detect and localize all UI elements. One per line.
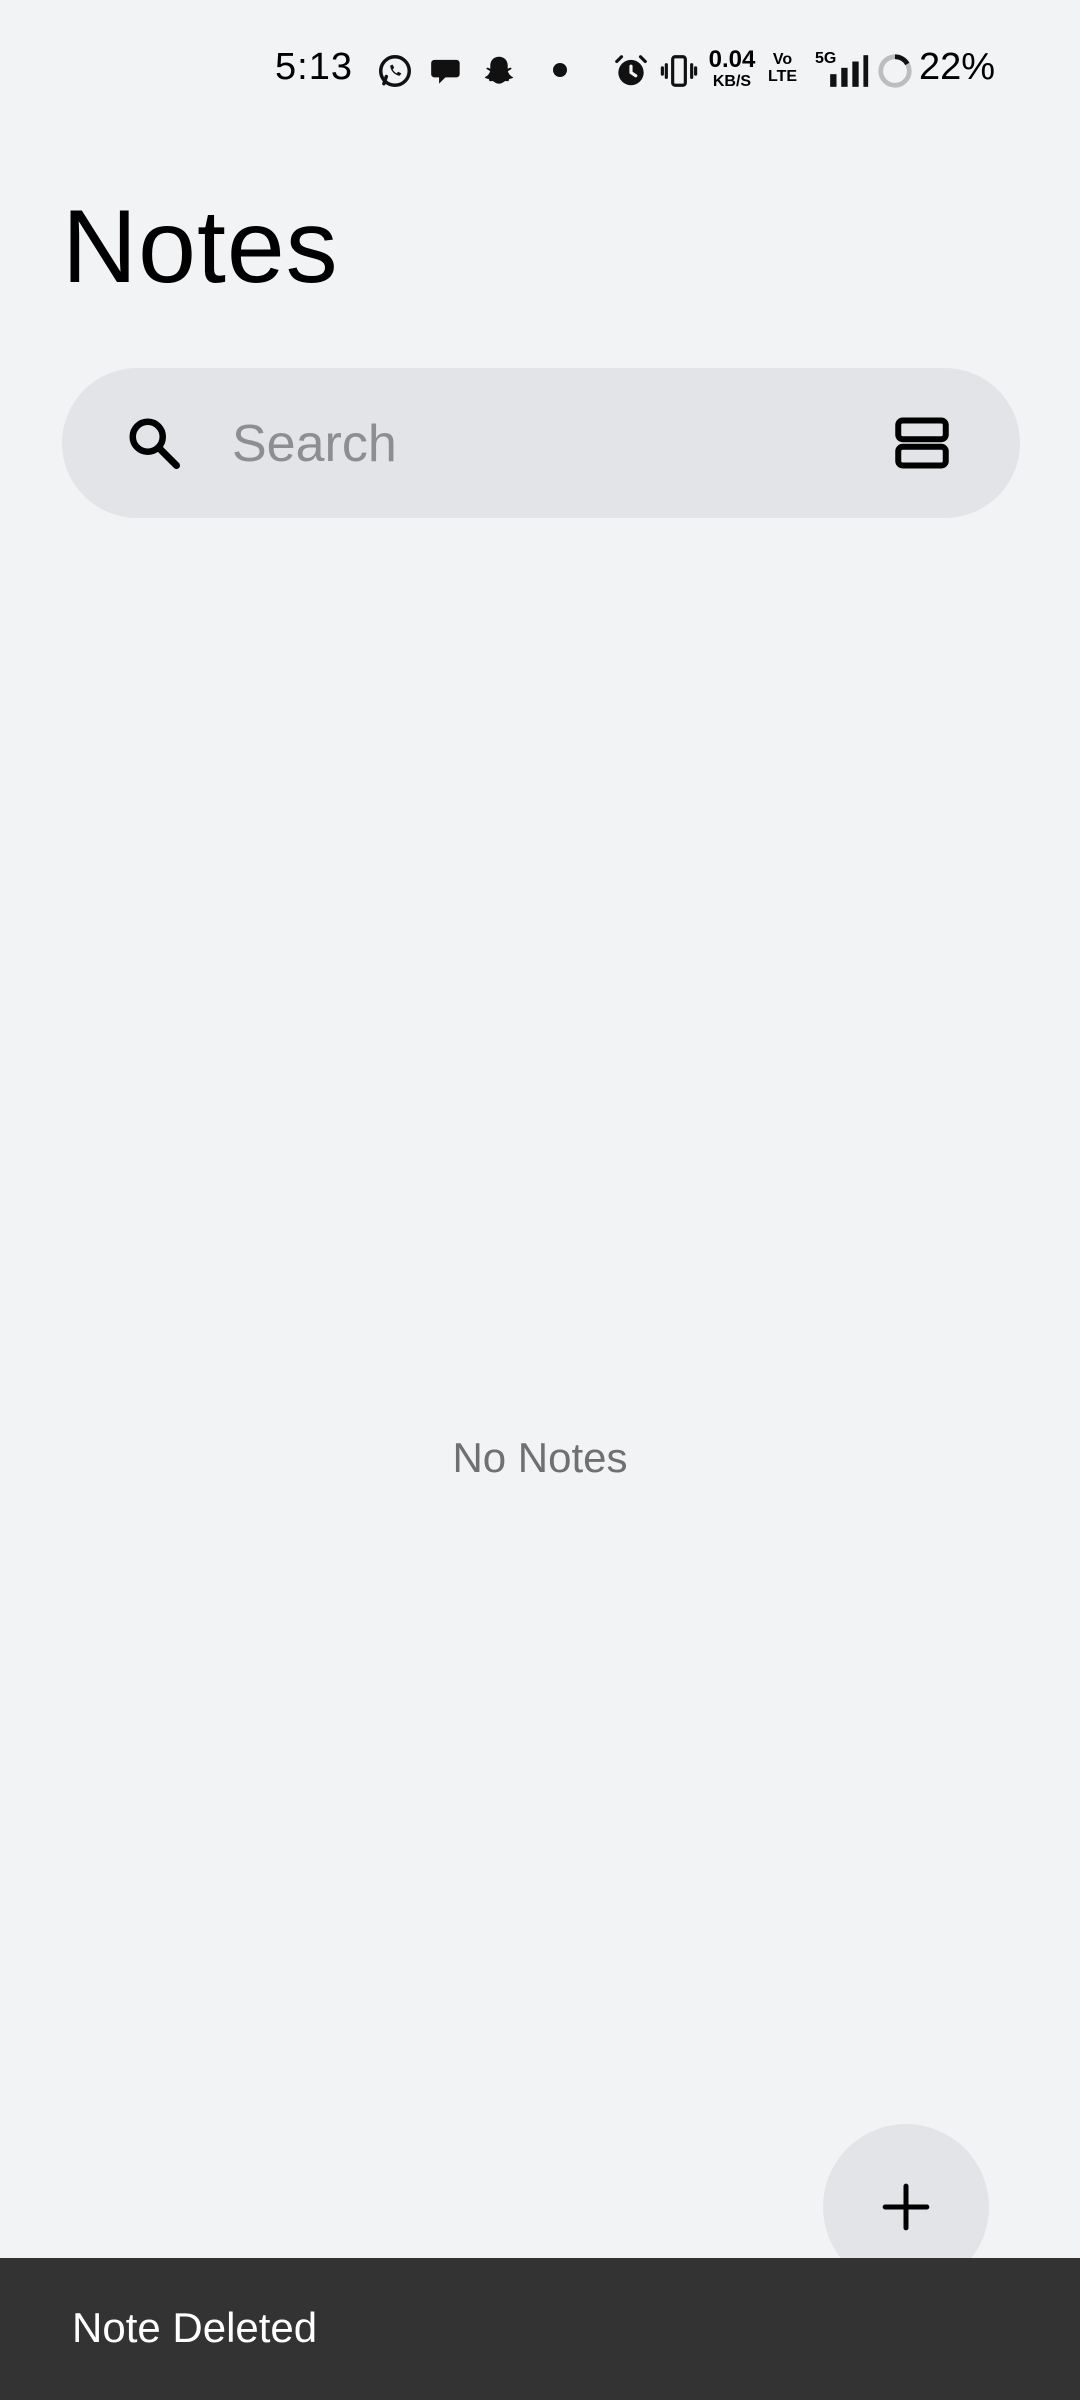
- chat-bubble-icon: [428, 52, 466, 90]
- snackbar: Note Deleted: [0, 2258, 1080, 2400]
- status-bar: 5:13 0.04 KB/S Vo LTE 5G 22%: [0, 0, 1080, 140]
- signal-icon: [822, 52, 870, 90]
- network-speed: 0.04 KB/S: [704, 48, 760, 90]
- search-input[interactable]: [230, 398, 914, 490]
- list-layout-icon[interactable]: [892, 413, 952, 473]
- status-time: 5:13: [275, 46, 353, 88]
- volte-top: Vo: [772, 51, 793, 68]
- battery-ring-icon: [876, 52, 914, 90]
- battery-percent: 22%: [919, 46, 996, 88]
- search-icon: [124, 413, 184, 473]
- notification-dot: [553, 63, 567, 77]
- plus-icon: [882, 2183, 930, 2231]
- volte-indicator: Vo LTE: [768, 51, 798, 86]
- snapchat-icon: [480, 52, 518, 90]
- page-title: Notes: [62, 189, 339, 305]
- whatsapp-icon: [376, 52, 414, 90]
- snackbar-message: Note Deleted: [72, 2304, 318, 2351]
- network-speed-unit: KB/S: [712, 73, 752, 90]
- network-speed-value: 0.04: [708, 46, 756, 73]
- volte-bottom: LTE: [768, 67, 798, 85]
- vibrate-icon: [660, 52, 698, 90]
- notes-screen: 5:13 0.04 KB/S Vo LTE 5G 22% Notes Searc…: [0, 0, 1080, 2400]
- empty-state-message: No Notes: [452, 1434, 628, 1481]
- search-bar[interactable]: [62, 368, 1020, 518]
- alarm-icon: [612, 52, 650, 90]
